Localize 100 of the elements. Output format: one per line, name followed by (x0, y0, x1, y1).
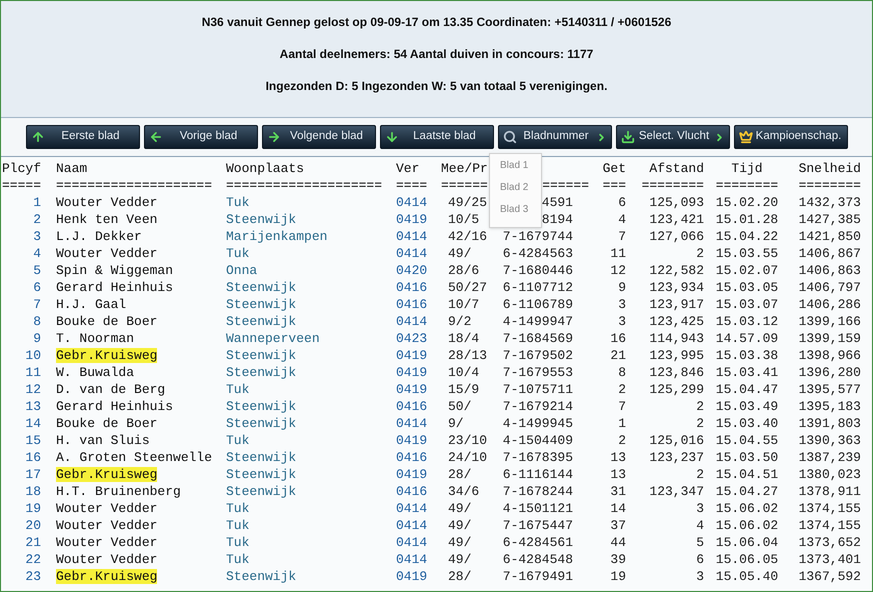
table-cell: 28/ (448, 467, 472, 482)
toolbar-button[interactable]: Laatste blad (380, 125, 494, 149)
table-cell: 0414 (396, 552, 428, 567)
table-cell: 49/25 (448, 195, 488, 210)
table-cell: Tuk (226, 246, 250, 261)
table-cell: 19 (610, 569, 626, 584)
table-cell: 50/27 (448, 280, 488, 295)
table-cell: 28/ (448, 569, 472, 584)
table-cell: 15.03.05 (716, 280, 778, 295)
table-cell: 1 (33, 195, 41, 210)
table-cell: 18 (25, 484, 41, 499)
table-cell: 4-1499945 (502, 416, 573, 431)
column-underline: ======== (642, 178, 704, 193)
table-cell: H.T. Bruinenberg (56, 484, 181, 499)
table-cell: 123,421 (649, 212, 704, 227)
table-cell: 7-1678395 (502, 450, 573, 465)
table-cell: 7-1675447 (502, 518, 573, 533)
toolbar-button[interactable]: Eerste blad (26, 125, 140, 149)
table-cell: 15.04.51 (716, 467, 778, 482)
table-cell: 1387,239 (798, 450, 861, 465)
table-cell: 49/ (448, 535, 472, 550)
toolbar-button[interactable]: Vorige blad (144, 125, 258, 149)
table-cell: 1432,373 (798, 195, 861, 210)
column-underline: ==== (396, 178, 428, 193)
column-underline: ==================== (56, 178, 212, 193)
table-cell: Wouter Vedder (56, 552, 158, 567)
table-cell: 15.03.49 (716, 399, 778, 414)
table-cell: 4-1501121 (502, 501, 573, 516)
table-cell: 7-1679502 (502, 348, 573, 363)
header-text: N36 vanuit Gennep gelost op 09-09-17 om 13.35 Coordinaten: +5140311 / +0601526 (202, 15, 672, 30)
toolbar-button[interactable]: Select. Vlucht (616, 125, 730, 149)
table-cell: 125,093 (649, 195, 704, 210)
table-cell: 0419 (396, 365, 428, 380)
table-cell: Steenwijk (226, 280, 296, 295)
table-cell: 15.04.47 (716, 382, 778, 397)
table-cell: Tuk (226, 382, 250, 397)
table-cell: 1399,159 (798, 331, 861, 346)
search-icon (502, 130, 516, 144)
table-cell: Steenwijk (226, 314, 296, 329)
table-cell: 2 (618, 433, 626, 448)
table-cell: 0414 (396, 518, 428, 533)
table-cell: 1396,280 (798, 365, 861, 380)
table-cell: 6-1116144 (502, 467, 573, 482)
table-cell: Steenwijk (226, 399, 296, 414)
toolbar-button[interactable]: Kampioenschap. (734, 125, 848, 149)
table-cell: Gebr.Kruisweg (56, 467, 158, 482)
table-cell: 1406,863 (798, 263, 861, 278)
table-cell: 3 (618, 314, 626, 329)
table-cell: 50/ (448, 399, 472, 414)
table-cell: 3 (618, 297, 626, 312)
table-cell: 4 (618, 212, 626, 227)
table-cell: 9/ (448, 416, 464, 431)
table-cell: 0419 (396, 382, 428, 397)
table-cell: 123,846 (649, 365, 704, 380)
table-cell: 34/6 (448, 484, 480, 499)
table-cell: 7-1679491 (502, 569, 573, 584)
table-cell: 1380,023 (798, 467, 861, 482)
table-cell: 1378,911 (798, 484, 861, 499)
toolbar-button[interactable]: Volgende blad (262, 125, 376, 149)
table-cell: 10 (25, 348, 41, 363)
table-cell: 7-1684569 (502, 331, 573, 346)
table-cell: Gerard Heinhuis (56, 399, 174, 414)
table-cell: 16 (610, 331, 626, 346)
table-cell: 6-1107712 (502, 280, 573, 295)
table-cell: 6 (33, 280, 41, 295)
table-cell: 125,299 (649, 382, 704, 397)
table-cell: 1391,803 (798, 416, 861, 431)
table-cell: Steenwijk (226, 569, 296, 584)
table-cell: 0419 (396, 212, 428, 227)
table-cell: 6-4284563 (502, 246, 573, 261)
table-cell: 7-1679744 (502, 229, 573, 244)
column-header: Naam (55, 160, 88, 177)
table-cell: 1390,363 (798, 433, 861, 448)
table-cell: 15.03.55 (716, 246, 778, 261)
table-cell: Tuk (226, 518, 250, 533)
table-cell: 49/ (448, 552, 472, 567)
table-cell: 49/ (448, 246, 472, 261)
table-cell: Steenwijk (226, 484, 296, 499)
table-cell: 5 (696, 535, 704, 550)
table-cell: 24/10 (448, 450, 488, 465)
table-cell: 0419 (396, 433, 428, 448)
table-cell: 7-1680446 (502, 263, 573, 278)
table-cell: 6 (618, 195, 626, 210)
toolbar-button[interactable]: Bladnummer (498, 125, 612, 149)
table-cell: 1421,850 (798, 229, 861, 244)
table-cell: Tuk (226, 195, 250, 210)
column-header: Get (602, 160, 627, 177)
table-cell: Gerard Heinhuis (56, 280, 174, 295)
table-cell: D. van de Berg (56, 382, 166, 397)
table-cell: Onna (226, 263, 258, 278)
column-header: Woonplaats (226, 160, 306, 177)
table-cell: 1398,966 (798, 348, 861, 363)
table-cell: 5 (33, 263, 41, 278)
table-cell: 7-1679214 (502, 399, 573, 414)
table-cell: 1399,166 (798, 314, 861, 329)
table-cell: 2 (33, 212, 41, 227)
table-cell: 19 (25, 501, 41, 516)
column-header: Plcyf (1, 160, 42, 177)
table-cell: 15.06.04 (716, 535, 778, 550)
table-cell: 127,066 (649, 229, 704, 244)
